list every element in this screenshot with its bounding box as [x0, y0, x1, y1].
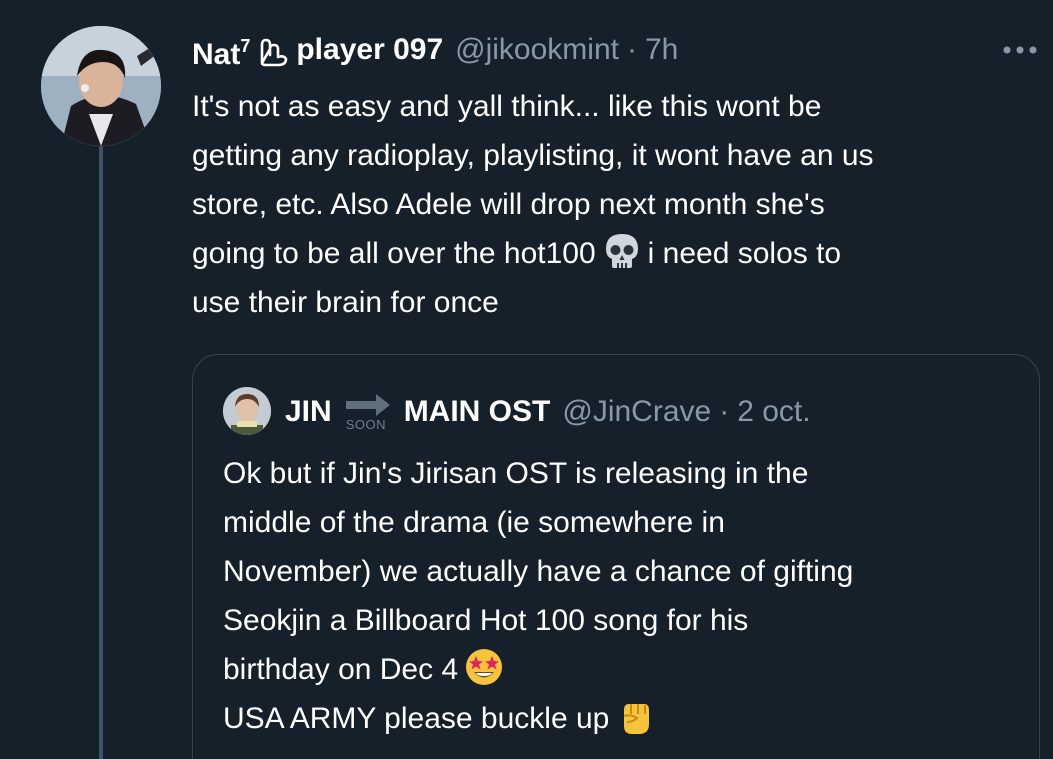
tweet-line: It's not as easy and yall think... like … — [192, 90, 822, 123]
right-arrow-icon: SOON — [342, 387, 394, 437]
avatar[interactable] — [41, 26, 161, 146]
avatar-photo — [41, 26, 161, 146]
handle[interactable]: @jikookmint — [455, 26, 619, 74]
quoted-tweet[interactable]: JIN SOON MAIN OST @JinCrave · 2 oct. Ok … — [192, 354, 1040, 759]
quote-line: birthday on Dec 4 — [223, 645, 1023, 694]
quote-body: Ok but if Jin's Jirisan OST is releasing… — [223, 449, 1023, 743]
separator-dot: · — [626, 33, 637, 66]
quote-avatar-photo — [223, 387, 271, 435]
quote-line: Ok but if Jin's Jirisan OST is releasing… — [223, 457, 809, 490]
quote-line: middle of the drama (ie somewhere in — [223, 506, 725, 539]
star-struck-emoji-icon — [464, 647, 504, 687]
quote-line: Seokjin a Billboard Hot 100 song for his — [223, 604, 749, 637]
quote-display-name[interactable]: JIN — [285, 395, 332, 429]
tweet-line: getting any radioplay, playlisting, it w… — [192, 139, 874, 172]
display-name-suffix[interactable]: player 097 — [296, 26, 443, 74]
display-name[interactable]: Nat7 — [192, 22, 250, 79]
skull-emoji-icon — [602, 231, 642, 271]
more-options-button[interactable] — [998, 32, 1042, 68]
tweet-line: use their brain for once — [192, 286, 499, 319]
quote-header: JIN SOON MAIN OST @JinCrave · 2 oct. — [285, 387, 811, 437]
tweet-line: going to be all over the hot100 i need so… — [192, 229, 1042, 278]
separator-dot: · — [719, 395, 730, 428]
quote-avatar[interactable] — [223, 387, 271, 435]
tweet-body: It's not as easy and yall think... like … — [192, 82, 1042, 327]
hand-icon — [256, 35, 290, 69]
more-horizontal-icon — [1003, 46, 1037, 54]
quote-line: USA ARMY please buckle up — [223, 694, 1023, 743]
quote-display-name-suffix[interactable]: MAIN OST — [404, 395, 551, 429]
arrow-caption: SOON — [345, 417, 386, 432]
raised-fist-emoji-icon — [615, 696, 655, 736]
thread-connector-line — [99, 146, 103, 759]
timestamp[interactable]: 7h — [645, 26, 678, 74]
quote-line: November) we actually have a chance of g… — [223, 555, 854, 588]
tweet-line: store, etc. Also Adele will drop next mo… — [192, 188, 825, 221]
quote-handle[interactable]: @JinCrave — [562, 395, 711, 429]
quote-timestamp[interactable]: 2 oct. — [737, 395, 810, 429]
tweet-header: Nat7 player 097 @jikookmint · 7h — [192, 26, 678, 74]
